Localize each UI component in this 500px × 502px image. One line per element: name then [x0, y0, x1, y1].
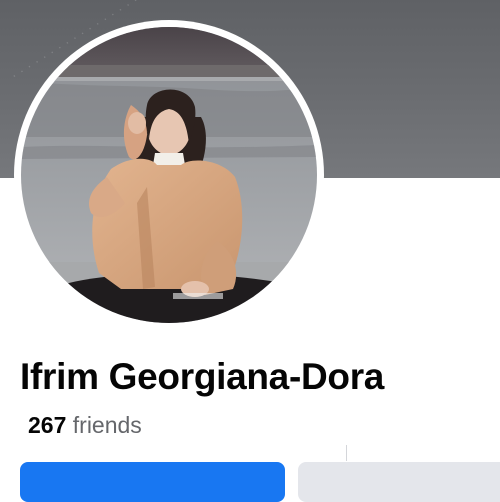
friends-link[interactable]: 267 friends — [28, 412, 142, 439]
friends-count: 267 — [28, 412, 67, 438]
friends-label: friends — [72, 412, 142, 438]
profile-picture[interactable] — [21, 27, 317, 323]
divider — [346, 445, 347, 461]
profile-photo-image — [21, 27, 317, 323]
primary-action-button[interactable] — [20, 462, 285, 502]
profile-name: Ifrim Georgiana-Dora — [20, 356, 385, 397]
secondary-action-button[interactable] — [298, 462, 500, 502]
